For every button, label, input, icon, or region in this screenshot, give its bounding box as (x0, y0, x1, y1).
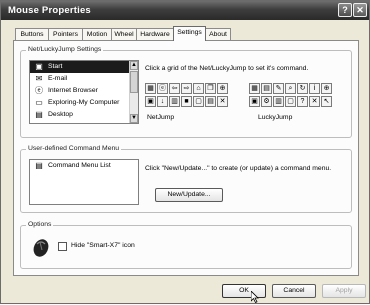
command-menu-listbox[interactable]: ▤ Command Menu List (29, 159, 139, 205)
tab-wheel[interactable]: Wheel (111, 28, 137, 40)
refresh-icon[interactable]: ↻ (297, 83, 308, 94)
list-item-command-menu[interactable]: ▤ Command Menu List (30, 160, 138, 172)
list-item-label: Desktop (48, 111, 73, 118)
mouse-properties-dialog: Mouse Properties ? ✕ Buttons Pointers Mo… (0, 0, 370, 304)
title-bar[interactable]: Mouse Properties ? ✕ (1, 1, 369, 20)
panel-icon[interactable]: ▥ (169, 96, 180, 107)
luckyjump-grid: ▦ ▤ ✎ ⌕ ↻ ⅰ ⊕ ▣ ⚙ ▥ ▢ ? ✕ ↖ (249, 83, 335, 109)
cursor-icon[interactable]: ↖ (321, 96, 332, 107)
tab-about[interactable]: About (205, 28, 231, 40)
netjump-instruction: Click a grid of the Net/LuckyJump to set… (145, 65, 309, 72)
window-icon[interactable]: ▢ (285, 96, 296, 107)
window-title: Mouse Properties (8, 5, 91, 16)
mouse-icon (31, 236, 51, 258)
ie-icon[interactable]: ⓔ (157, 83, 168, 94)
folder-icon[interactable]: ▣ (249, 96, 260, 107)
cancel-button[interactable]: Cancel (272, 284, 316, 298)
list-item-label: Internet Browser (48, 87, 98, 94)
scroll-up-icon[interactable]: ▲ (130, 61, 138, 70)
netjump-command-list[interactable]: ▣ Start ✉ E-mail ⓔ Internet Browser ▭ Explor… (29, 60, 139, 124)
options-group: Options Hide "Smart-X7" icon (20, 221, 352, 269)
user-menu-group-label: User-defined Command Menu (26, 145, 122, 152)
folder-icon[interactable]: ▣ (145, 96, 156, 107)
list-item-email[interactable]: ✉ E-mail (30, 73, 138, 85)
scroll-thumb[interactable] (130, 71, 138, 93)
pen-icon[interactable]: ✎ (273, 83, 284, 94)
list-item-my-computer[interactable]: ▭ Exploring-My Computer (30, 97, 138, 109)
email-icon: ✉ (35, 74, 43, 83)
forward-arrow-icon[interactable]: ⇨ (181, 83, 192, 94)
list-item-label: E-mail (48, 75, 68, 82)
user-command-menu-group: User-defined Command Menu ▤ Command Menu … (20, 145, 352, 213)
back-arrow-icon[interactable]: ⇦ (169, 83, 180, 94)
explorer-icon[interactable]: ▦ (249, 83, 260, 94)
list-item-start[interactable]: ▣ Start (30, 61, 138, 73)
grid-icon[interactable]: ▦ (145, 83, 156, 94)
apply-button[interactable]: Apply (322, 284, 366, 298)
home-icon[interactable]: ⌂ (193, 83, 204, 94)
copy-icon[interactable]: ❐ (205, 83, 216, 94)
mouse-cursor-icon (250, 290, 259, 304)
stop-icon[interactable]: ■ (181, 96, 192, 107)
plus-icon[interactable]: ⊕ (321, 83, 332, 94)
help-icon[interactable]: ? (297, 96, 308, 107)
desktop-icon: ▤ (35, 110, 43, 119)
close-x-icon[interactable]: ✕ (217, 96, 228, 107)
hide-icon-checkbox[interactable] (58, 242, 67, 251)
options-group-label: Options (26, 221, 54, 228)
page-icon[interactable]: ▤ (261, 83, 272, 94)
list-scrollbar[interactable]: ▲ ▼ (129, 61, 138, 123)
down-arrow-icon[interactable]: ↓ (157, 96, 168, 107)
window-icon[interactable]: ▢ (193, 96, 204, 107)
hide-icon-label: Hide "Smart-X7" icon (71, 242, 135, 249)
info-icon[interactable]: ⅰ (309, 83, 320, 94)
ok-button[interactable]: OK (222, 284, 266, 298)
netjump-grid: ▦ ⓔ ⇦ ⇨ ⌂ ❐ ⊕ ▣ ↓ ▥ ■ ▢ ▤ ✕ (145, 83, 231, 109)
close-x-icon[interactable]: ✕ (309, 96, 320, 107)
list-item-label: Start (48, 63, 63, 70)
tab-hardware[interactable]: Hardware (136, 28, 174, 40)
menu-list-icon: ▤ (35, 161, 43, 170)
document-icon[interactable]: ▥ (273, 96, 284, 107)
my-computer-icon: ▭ (35, 98, 43, 107)
list-item-label: Command Menu List (48, 162, 111, 169)
help-icon[interactable]: ? (338, 3, 352, 17)
user-menu-instruction: Click "New/Update..." to create (or upda… (145, 165, 332, 172)
start-icon: ▣ (35, 62, 43, 71)
search-icon[interactable]: ⌕ (285, 83, 296, 94)
list-item-label: Exploring-My Computer (48, 99, 120, 106)
luckyjump-label: LuckyJump (258, 114, 293, 121)
tab-buttons[interactable]: Buttons (15, 28, 49, 40)
tab-pointers[interactable]: Pointers (48, 28, 83, 40)
close-icon[interactable]: ✕ (353, 3, 367, 17)
tab-settings[interactable]: Settings (173, 26, 206, 41)
tab-motion[interactable]: Motion (82, 28, 112, 40)
internet-browser-icon: ⓔ (35, 86, 43, 95)
scroll-down-icon[interactable]: ▼ (130, 114, 138, 123)
settings-panel: Net/LuckyJump Settings ▣ Start ✉ E-mail ⓔ I… (13, 40, 359, 276)
plus-icon[interactable]: ⊕ (217, 83, 228, 94)
list-item-internet-browser[interactable]: ⓔ Internet Browser (30, 85, 138, 97)
list-item-desktop[interactable]: ▤ Desktop (30, 109, 138, 121)
netjump-group-label: Net/LuckyJump Settings (26, 46, 104, 53)
netjump-label: NetJump (147, 114, 175, 121)
save-icon[interactable]: ▤ (205, 96, 216, 107)
settings-icon[interactable]: ⚙ (261, 96, 272, 107)
netjump-settings-group: Net/LuckyJump Settings ▣ Start ✉ E-mail ⓔ I… (20, 46, 352, 138)
new-update-button[interactable]: New/Update... (155, 188, 223, 202)
